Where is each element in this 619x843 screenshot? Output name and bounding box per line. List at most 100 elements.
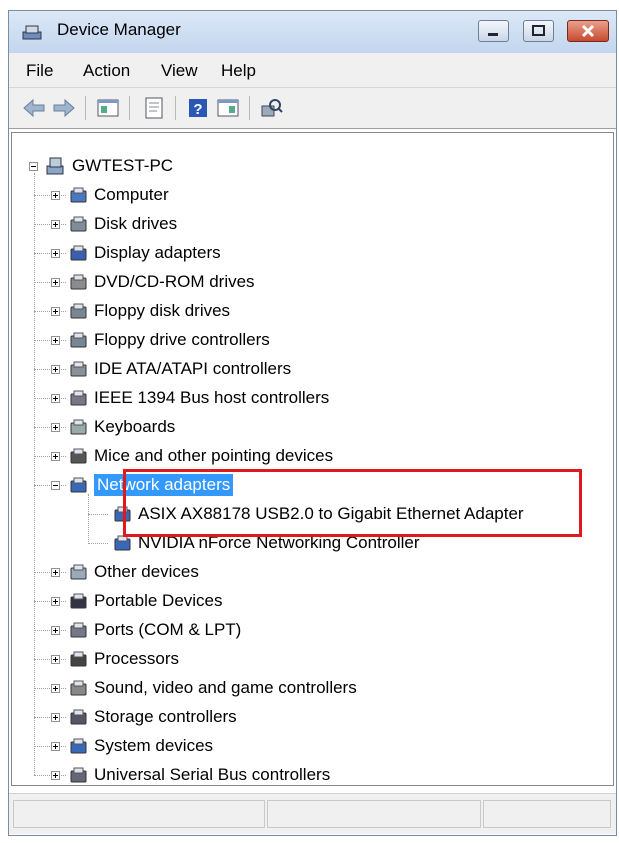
status-cell — [267, 800, 481, 828]
maximize-icon — [532, 25, 545, 36]
tree-connector — [34, 224, 66, 226]
tree-connector — [34, 601, 66, 603]
computer-icon — [70, 187, 87, 203]
tree-connector — [34, 717, 66, 719]
title-bar[interactable]: Device Manager — [9, 11, 616, 53]
floppy-drive-icon — [70, 303, 87, 319]
dvd-drive-icon — [70, 274, 87, 290]
expand-expander[interactable] — [51, 307, 60, 316]
expand-expander[interactable] — [51, 742, 60, 751]
expand-expander[interactable] — [51, 452, 60, 461]
expand-expander[interactable] — [51, 394, 60, 403]
expand-expander[interactable] — [51, 626, 60, 635]
tree-category-item[interactable]: Other devices — [94, 561, 199, 583]
tree-category-item[interactable]: IEEE 1394 Bus host controllers — [94, 387, 329, 409]
help-icon[interactable]: ? — [185, 96, 211, 120]
tree-connector — [34, 398, 66, 400]
toolbar: ? — [9, 88, 616, 129]
expand-expander[interactable] — [51, 597, 60, 606]
tree-connector — [34, 311, 66, 313]
tree-category-item[interactable]: Computer — [94, 184, 169, 206]
ieee1394-icon — [70, 390, 87, 406]
back-arrow-icon[interactable] — [21, 96, 47, 120]
toolbar-separator — [249, 96, 250, 120]
tree-category-item[interactable]: Display adapters — [94, 242, 221, 264]
expand-expander[interactable] — [51, 278, 60, 287]
tree-category-item[interactable]: Universal Serial Bus controllers — [94, 764, 330, 786]
tree-connector — [34, 195, 66, 197]
tree-category-item[interactable]: IDE ATA/ATAPI controllers — [94, 358, 291, 380]
expand-expander[interactable] — [51, 423, 60, 432]
collapse-expander[interactable] — [51, 481, 60, 490]
menu-help[interactable]: Help — [221, 61, 256, 81]
expand-expander[interactable] — [51, 191, 60, 200]
toolbar-separator — [175, 96, 176, 120]
tree-category-item[interactable]: Storage controllers — [94, 706, 237, 728]
sound-icon — [70, 680, 87, 696]
expand-expander[interactable] — [51, 365, 60, 374]
scan-hardware-changes-icon[interactable] — [259, 96, 285, 120]
tree-connector — [88, 543, 108, 545]
collapse-root-expander[interactable] — [29, 162, 38, 171]
show-hide-console-tree-icon[interactable] — [95, 96, 121, 120]
expand-expander[interactable] — [51, 713, 60, 722]
maximize-button[interactable] — [523, 20, 554, 42]
network-adapter-icon — [70, 477, 87, 493]
tree-connector — [34, 173, 36, 775]
action-pane-icon[interactable] — [215, 96, 241, 120]
port-icon — [70, 622, 87, 638]
close-button[interactable] — [567, 20, 609, 42]
tree-category-item[interactable]: Keyboards — [94, 416, 175, 438]
device-manager-window: Device Manager File Action View Help ? G… — [8, 10, 617, 836]
expand-expander[interactable] — [51, 684, 60, 693]
tree-category-item[interactable]: Floppy drive controllers — [94, 329, 270, 351]
computer-root-icon — [46, 157, 64, 175]
tree-connector — [34, 775, 66, 777]
keyboard-icon — [70, 419, 87, 435]
portable-device-icon — [70, 593, 87, 609]
tree-category-item[interactable]: Mice and other pointing devices — [94, 445, 333, 467]
properties-icon[interactable] — [141, 96, 167, 120]
tree-root-label[interactable]: GWTEST-PC — [72, 155, 173, 177]
toolbar-separator — [129, 96, 130, 120]
tree-category-item[interactable]: Ports (COM & LPT) — [94, 619, 241, 641]
tree-category-item[interactable]: Disk drives — [94, 213, 177, 235]
tree-connector — [88, 514, 108, 516]
expand-expander[interactable] — [51, 771, 60, 780]
expand-expander[interactable] — [51, 336, 60, 345]
tree-category-item[interactable]: Portable Devices — [94, 590, 223, 612]
tree-connector — [34, 369, 66, 371]
tree-connector — [34, 688, 66, 690]
toolbar-separator — [85, 96, 86, 120]
expand-expander[interactable] — [51, 655, 60, 664]
disk-drive-icon — [70, 216, 87, 232]
minimize-button[interactable] — [478, 20, 509, 42]
window-title: Device Manager — [57, 20, 181, 39]
tree-category-item[interactable]: DVD/CD-ROM drives — [94, 271, 255, 293]
tree-category-item[interactable]: Floppy disk drives — [94, 300, 230, 322]
forward-arrow-icon[interactable] — [51, 96, 77, 120]
floppy-controller-icon — [70, 332, 87, 348]
tree-category-item[interactable]: System devices — [94, 735, 213, 757]
menu-action[interactable]: Action — [83, 61, 130, 81]
red-highlight-box — [123, 469, 582, 537]
tree-connector — [34, 456, 66, 458]
mouse-icon — [70, 448, 87, 464]
status-cell — [483, 800, 611, 828]
expand-expander[interactable] — [51, 249, 60, 258]
expand-expander[interactable] — [51, 220, 60, 229]
tree-category-item[interactable]: Sound, video and game controllers — [94, 677, 357, 699]
processor-icon — [70, 651, 87, 667]
menu-view[interactable]: View — [161, 61, 198, 81]
expand-expander[interactable] — [51, 568, 60, 577]
tree-connector — [34, 282, 66, 284]
device-tree[interactable]: GWTEST-PC Computer Disk drives Display ada… — [11, 132, 614, 786]
tree-connector — [88, 494, 90, 544]
tree-connector — [34, 630, 66, 632]
system-device-icon — [70, 738, 87, 754]
tree-connector — [34, 746, 66, 748]
menu-file[interactable]: File — [26, 61, 53, 81]
tree-category-item[interactable]: Processors — [94, 648, 179, 670]
tree-connector — [34, 253, 66, 255]
tree-connector — [34, 485, 66, 487]
